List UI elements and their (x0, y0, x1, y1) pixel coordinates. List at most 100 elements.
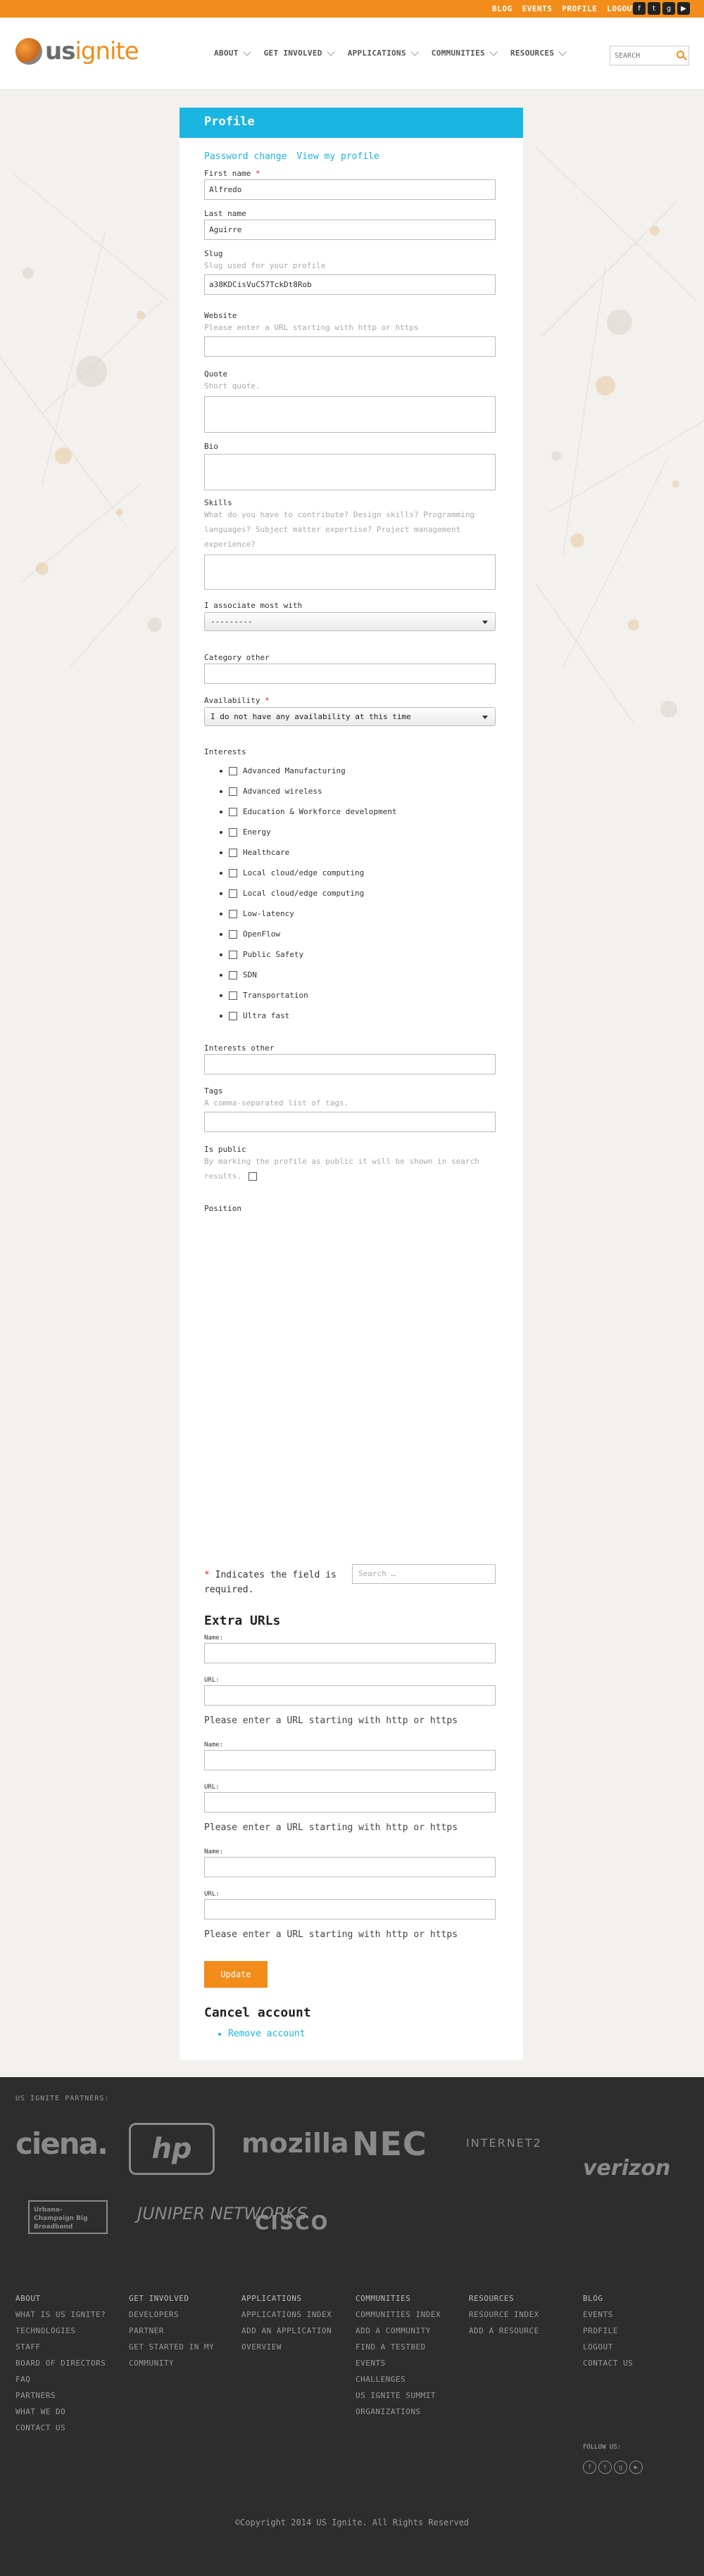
extra-url-name-input[interactable] (204, 1750, 496, 1770)
interests-other-input[interactable] (204, 1054, 496, 1074)
footer-link[interactable]: COMMUNITY (129, 2355, 214, 2371)
footer-link[interactable]: PROFILE (583, 2323, 633, 2339)
interest-item[interactable]: Advanced wireless (220, 787, 322, 796)
extra-url-name-input[interactable] (204, 1857, 496, 1877)
footer-link[interactable]: LOGOUT (583, 2339, 633, 2355)
top-link-profile[interactable]: PROFILE (562, 4, 597, 13)
checkbox[interactable] (229, 766, 237, 775)
footer-link[interactable]: PARTNERS (15, 2387, 106, 2404)
interest-item[interactable]: Low-latency (220, 909, 294, 918)
footer-link[interactable]: ADD A COMMUNITY (356, 2323, 441, 2339)
last-name-input[interactable] (204, 220, 496, 240)
footer-link[interactable]: EVENTS (356, 2355, 441, 2371)
footer-link[interactable]: OVERVIEW (241, 2339, 332, 2355)
footer-link[interactable]: FIND A TESTBED (356, 2339, 441, 2355)
checkbox[interactable] (229, 1011, 237, 1020)
interest-item[interactable]: Transportation (220, 991, 308, 1000)
footer-link[interactable]: TECHNOLOGIES (15, 2323, 106, 2339)
googleplus-icon[interactable]: g (662, 2, 675, 15)
footer-heading[interactable]: COMMUNITIES (356, 2290, 441, 2307)
partner-logo-internet2[interactable]: INTERNET2 (466, 2136, 542, 2150)
youtube-icon[interactable]: ▶ (629, 2461, 643, 2474)
checkbox[interactable] (229, 991, 237, 1000)
is-public-checkbox[interactable] (248, 1172, 257, 1181)
nav-get-involved[interactable]: GET INVOLVED (264, 47, 335, 58)
extra-url-url-input[interactable] (204, 1792, 496, 1813)
facebook-icon[interactable]: f (583, 2461, 596, 2474)
footer-heading[interactable]: RESOURCES (469, 2290, 539, 2307)
footer-link[interactable]: ORGANIZATIONS (356, 2404, 441, 2420)
footer-link[interactable]: BOARD OF DIRECTORS (15, 2355, 106, 2371)
bio-textarea[interactable] (204, 454, 496, 490)
checkbox[interactable] (229, 848, 237, 857)
remove-account-link[interactable]: Remove account (218, 2029, 306, 2039)
footer-link[interactable]: RESOURCE INDEX (469, 2307, 539, 2323)
website-input[interactable] (204, 336, 496, 357)
footer-link[interactable]: APPLICATIONS INDEX (241, 2307, 332, 2323)
top-link-blog[interactable]: BLOG (492, 4, 513, 13)
footer-heading[interactable]: BLOG (583, 2290, 633, 2307)
interest-item[interactable]: Advanced Manufacturing (220, 766, 346, 775)
checkbox[interactable] (229, 950, 237, 959)
footer-link[interactable]: CONTACT US (15, 2420, 106, 2436)
nav-applications[interactable]: APPLICATIONS (348, 47, 419, 58)
category-other-input[interactable] (204, 664, 496, 684)
tags-input[interactable] (204, 1112, 496, 1132)
interest-item[interactable]: Public Safety (220, 950, 303, 959)
footer-link[interactable]: CHALLENGES (356, 2371, 441, 2387)
footer-heading[interactable]: APPLICATIONS (241, 2290, 332, 2307)
tab-view-my-profile[interactable]: View my profile (296, 151, 379, 162)
quote-textarea[interactable] (204, 396, 496, 433)
interest-item[interactable]: Education & Workforce development (220, 807, 397, 816)
panel-search-input[interactable]: Search … (352, 1564, 496, 1584)
extra-url-url-input[interactable] (204, 1685, 496, 1706)
footer-link[interactable]: WHAT WE DO (15, 2404, 106, 2420)
partner-logo-cisco[interactable]: CISCO (255, 2211, 329, 2234)
twitter-icon[interactable]: t (648, 2, 660, 15)
nav-communities[interactable]: COMMUNITIES (432, 47, 498, 58)
footer-link[interactable]: FAQ (15, 2371, 106, 2387)
header-search-input[interactable] (610, 46, 670, 65)
footer-heading[interactable]: ABOUT (15, 2290, 106, 2307)
footer-link[interactable]: STAFF (15, 2339, 106, 2355)
search-icon[interactable] (677, 51, 684, 58)
interest-item[interactable]: OpenFlow (220, 929, 280, 939)
site-logo[interactable]: us ignite (15, 37, 139, 65)
partner-logo-hp[interactable]: hp (129, 2123, 215, 2175)
footer-link[interactable]: GET STARTED IN MY (129, 2339, 214, 2355)
position-map-area[interactable] (204, 1216, 496, 1554)
availability-select[interactable]: I do not have any availability at this t… (204, 707, 496, 726)
checkbox[interactable] (229, 889, 237, 898)
footer-link[interactable]: DEVELOPERS (129, 2307, 214, 2323)
first-name-input[interactable] (204, 179, 496, 200)
partner-logo-urbana-champaign[interactable]: Urbana-Champaign Big Broadband (28, 2200, 108, 2234)
interest-item[interactable]: Energy (220, 827, 271, 837)
tab-password-change[interactable]: Password change (204, 151, 287, 162)
facebook-icon[interactable]: f (633, 2, 646, 15)
skills-textarea[interactable] (204, 554, 496, 590)
update-button[interactable]: Update (204, 1961, 268, 1988)
extra-url-url-input[interactable] (204, 1899, 496, 1920)
footer-heading[interactable]: GET INVOLVED (129, 2290, 214, 2307)
twitter-icon[interactable]: t (598, 2461, 612, 2474)
footer-link[interactable]: US IGNITE SUMMIT (356, 2387, 441, 2404)
partner-logo-ciena[interactable]: ciena. (15, 2126, 108, 2161)
checkbox[interactable] (229, 807, 237, 816)
partner-logo-mozilla[interactable]: mozilla (241, 2128, 349, 2159)
interest-item[interactable]: SDN (220, 970, 257, 979)
footer-link[interactable]: CONTACT US (583, 2355, 633, 2371)
googleplus-icon[interactable]: g (614, 2461, 627, 2474)
footer-link[interactable]: ADD AN APPLICATION (241, 2323, 332, 2339)
nav-about[interactable]: ABOUT (214, 47, 251, 58)
slug-input[interactable] (204, 274, 496, 295)
footer-link[interactable]: ADD A RESOURCE (469, 2323, 539, 2339)
checkbox[interactable] (229, 970, 237, 979)
footer-link[interactable]: WHAT IS US IGNITE? (15, 2307, 106, 2323)
footer-link[interactable]: PARTNER (129, 2323, 214, 2339)
checkbox[interactable] (229, 929, 237, 939)
checkbox[interactable] (229, 787, 237, 796)
interest-item[interactable]: Ultra fast (220, 1011, 289, 1020)
partner-logo-verizon[interactable]: verizon (583, 2156, 670, 2181)
extra-url-name-input[interactable] (204, 1643, 496, 1663)
checkbox[interactable] (229, 868, 237, 877)
